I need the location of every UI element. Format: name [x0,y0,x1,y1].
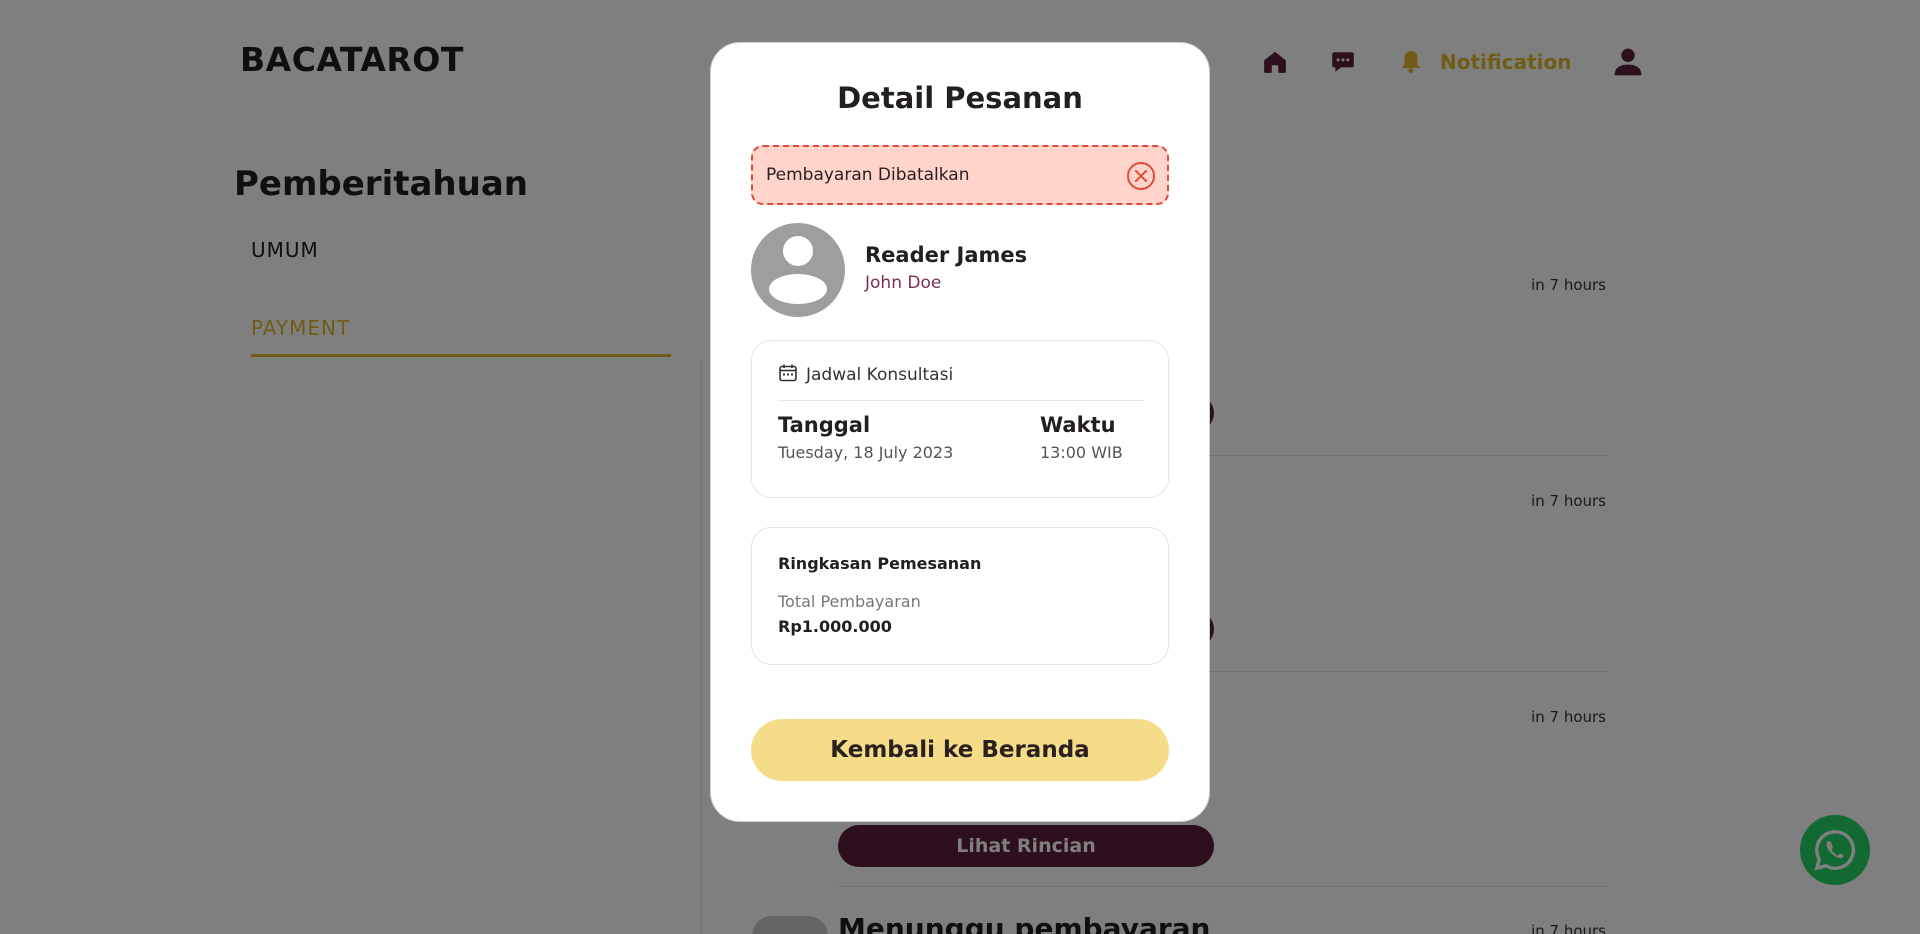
order-summary-card: Ringkasan Pemesanan Total Pembayaran Rp1… [751,527,1169,665]
status-text: Pembayaran Dibatalkan [766,165,970,185]
schedule-card: Jadwal Konsultasi Tanggal Tuesday, 18 Ju… [751,340,1169,498]
summary-heading: Ringkasan Pemesanan [778,554,982,573]
modal-title: Detail Pesanan [837,81,1083,115]
date-column: Tanggal Tuesday, 18 July 2023 [778,413,953,462]
schedule-header: Jadwal Konsultasi [778,363,953,387]
status-banner: Pembayaran Dibatalkan [751,145,1169,205]
reader-name: Reader James [865,243,1028,267]
date-value: Tuesday, 18 July 2023 [778,443,954,462]
total-label: Total Pembayaran [778,592,921,611]
client-name: John Doe [865,273,942,293]
time-label: Waktu [1040,413,1116,437]
schedule-heading: Jadwal Konsultasi [806,365,954,385]
total-value: Rp1.000.000 [778,617,892,636]
user-placeholder-icon [769,236,827,304]
schedule-divider [778,400,1144,401]
order-detail-modal: Detail Pesanan Pembayaran Dibatalkan Rea… [710,42,1210,822]
calendar-icon [778,363,798,387]
close-circle-icon[interactable] [1127,162,1155,190]
avatar [751,223,845,317]
time-value: 13:00 WIB [1040,443,1123,462]
date-label: Tanggal [778,413,871,437]
back-to-home-button[interactable]: Kembali ke Beranda [751,719,1169,781]
time-column: Waktu 13:00 WIB [1040,413,1123,462]
